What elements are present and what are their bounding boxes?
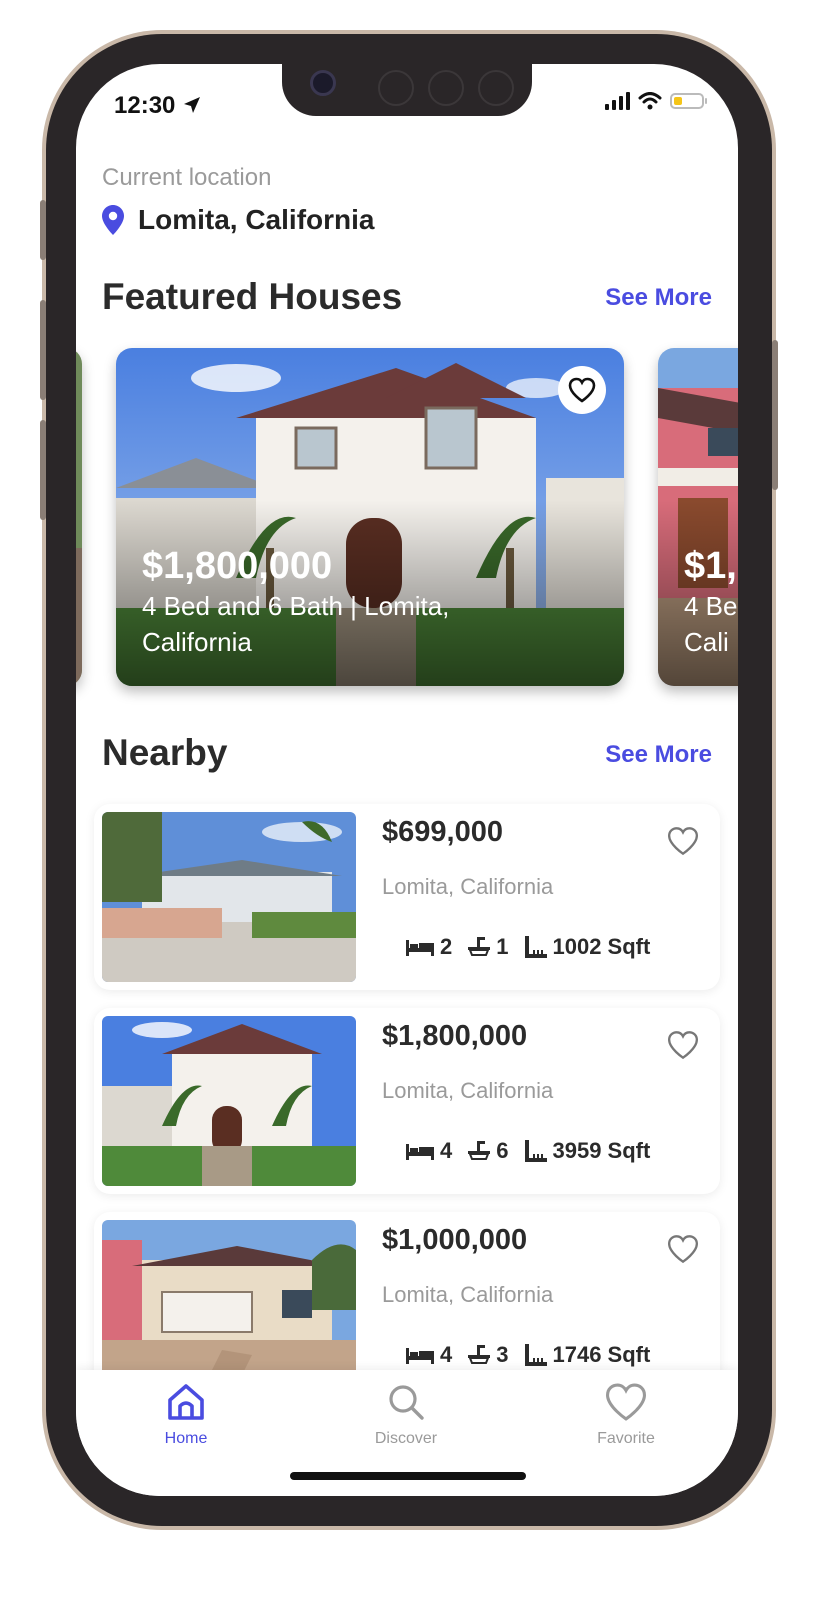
- area-value: 1746 Sqft: [552, 1342, 651, 1367]
- nav-discover[interactable]: Discover: [346, 1382, 466, 1448]
- beds-count: 4: [440, 1342, 453, 1367]
- beds-stat: 4: [406, 1342, 452, 1368]
- featured-card-info: $1, 4 Be Cali: [684, 544, 738, 660]
- featured-card[interactable]: $1,800,000 4 Bed and 6 Bath | Lomita, Ca…: [116, 348, 624, 686]
- baths-stat: 3: [468, 1342, 509, 1368]
- baths-stat: 1: [468, 934, 509, 960]
- beds-stat: 4: [406, 1138, 452, 1164]
- house-thumbnail: [102, 1016, 356, 1186]
- listing-stats: 2 1 1002 Sqft: [406, 934, 650, 960]
- listing-location: Lomita, California: [382, 1282, 554, 1307]
- status-time-text: 12:30: [114, 92, 176, 119]
- featured-favorite-button[interactable]: [558, 366, 606, 414]
- current-location-label: Current location: [102, 164, 272, 191]
- sensor: [378, 70, 414, 106]
- cellular-signal-icon: [605, 92, 630, 110]
- bath-icon: [468, 937, 491, 956]
- baths-count: 6: [496, 1138, 509, 1163]
- house-image: [76, 348, 82, 686]
- favorite-button[interactable]: [666, 826, 700, 861]
- nearby-title: Nearby: [102, 732, 228, 773]
- location-name: Lomita, California: [138, 204, 375, 235]
- listing-stats: 4 3 1746 Sqft: [406, 1342, 650, 1368]
- area-stat: 1002 Sqft: [524, 934, 651, 960]
- featured-card-partial-right[interactable]: $1, 4 Be Cali: [658, 348, 738, 686]
- baths-count: 1: [496, 934, 509, 959]
- sensor: [428, 70, 464, 106]
- ruler-icon: [524, 936, 547, 958]
- nav-home-label: Home: [164, 1430, 208, 1447]
- battery-icon: [670, 93, 707, 109]
- heart-icon: [667, 1031, 699, 1060]
- camera: [310, 70, 336, 96]
- featured-card-partial-left[interactable]: [76, 348, 82, 686]
- area-stat: 1746 Sqft: [524, 1342, 651, 1368]
- bath-icon: [468, 1141, 491, 1160]
- location-selector[interactable]: Lomita, California: [102, 204, 374, 236]
- bath-icon: [468, 1345, 491, 1364]
- nearby-listing[interactable]: $1,800,000 Lomita, California 4 6 3959 S…: [94, 1008, 720, 1194]
- featured-see-more-link[interactable]: See More: [605, 284, 712, 312]
- listing-location: Lomita, California: [382, 874, 554, 899]
- baths-count: 3: [496, 1342, 509, 1367]
- area-stat: 3959 Sqft: [524, 1138, 651, 1164]
- listing-location: Lomita, California: [382, 1078, 554, 1103]
- featured-title: Featured Houses: [102, 276, 403, 317]
- ruler-icon: [524, 1140, 547, 1162]
- beds-count: 4: [440, 1138, 453, 1163]
- featured-price: $1,800,000: [142, 545, 333, 587]
- featured-card-info: $1,800,000 4 Bed and 6 Bath | Lomita, Ca…: [142, 544, 522, 660]
- beds-stat: 2: [406, 934, 452, 960]
- ruler-icon: [524, 1344, 547, 1366]
- nav-home[interactable]: Home: [126, 1382, 246, 1448]
- house-image: [102, 1220, 356, 1390]
- favorite-button[interactable]: [666, 1234, 700, 1269]
- heart-icon: [568, 377, 596, 403]
- beds-count: 2: [440, 934, 453, 959]
- favorite-button[interactable]: [666, 1030, 700, 1065]
- nav-favorite-label: Favorite: [597, 1430, 655, 1447]
- baths-stat: 6: [468, 1138, 509, 1164]
- area-value: 3959 Sqft: [552, 1138, 651, 1163]
- nearby-listing[interactable]: $699,000 Lomita, California 2 1 1002 Sqf…: [94, 804, 720, 990]
- featured-price: $1,: [684, 545, 737, 587]
- map-pin-icon: [102, 205, 124, 235]
- heart-icon: [667, 1235, 699, 1264]
- nav-discover-label: Discover: [374, 1430, 438, 1447]
- featured-desc: 4 Bed and 6 Bath | Lomita, California: [142, 591, 450, 657]
- bed-icon: [406, 1348, 434, 1364]
- listing-price: $1,000,000: [382, 1224, 528, 1256]
- status-icons: [605, 92, 707, 110]
- house-image: [102, 1016, 356, 1186]
- sensor: [478, 70, 514, 106]
- notch: [282, 64, 532, 116]
- heart-icon: [605, 1383, 647, 1421]
- listing-price: $1,800,000: [382, 1020, 528, 1052]
- side-button: [40, 200, 46, 260]
- home-icon: [168, 1384, 204, 1420]
- side-button: [40, 420, 46, 520]
- house-thumbnail: [102, 812, 356, 982]
- bed-icon: [406, 940, 434, 956]
- search-icon: [389, 1385, 424, 1420]
- nearby-see-more-link[interactable]: See More: [605, 741, 712, 769]
- bed-icon: [406, 1144, 434, 1160]
- side-button: [40, 300, 46, 400]
- phone-screen: 12:30 Current location Lomita, Californi…: [76, 64, 738, 1496]
- heart-icon: [667, 827, 699, 856]
- listing-price: $699,000: [382, 816, 503, 848]
- listing-stats: 4 6 3959 Sqft: [406, 1138, 650, 1164]
- area-value: 1002 Sqft: [552, 934, 651, 959]
- house-image: [102, 812, 356, 982]
- featured-desc: 4 Be Cali: [684, 591, 738, 657]
- home-indicator: [290, 1472, 526, 1480]
- nav-favorite[interactable]: Favorite: [566, 1382, 686, 1448]
- house-thumbnail: [102, 1220, 356, 1390]
- location-arrow-icon: [184, 97, 201, 113]
- wifi-icon: [638, 92, 662, 110]
- side-button: [772, 340, 778, 490]
- status-time: 12:30: [114, 92, 202, 120]
